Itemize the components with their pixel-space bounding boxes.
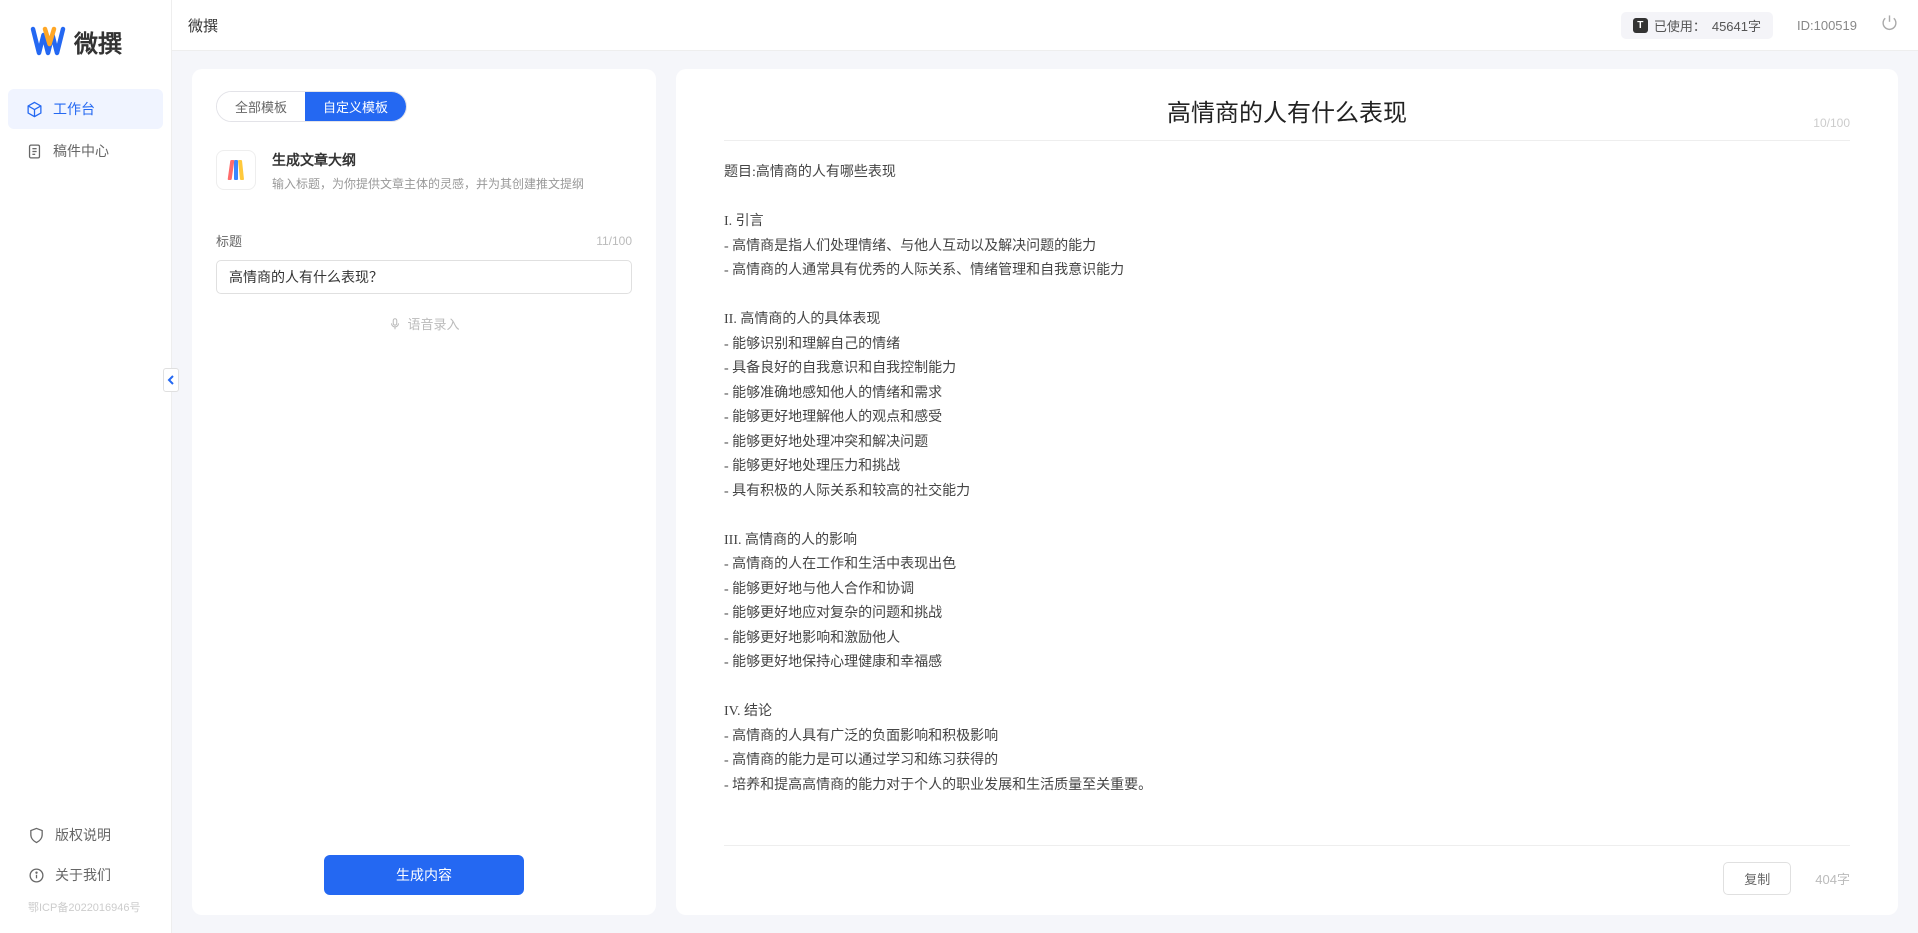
info-icon xyxy=(28,867,45,884)
text-icon: T xyxy=(1633,18,1648,33)
sidebar-item-workbench[interactable]: 工作台 xyxy=(8,89,163,129)
usage-badge[interactable]: T 已使用： 45641字 xyxy=(1621,12,1773,39)
usage-value: 45641字 xyxy=(1712,16,1761,35)
template-title: 生成文章大纲 xyxy=(272,150,632,170)
chevron-left-icon xyxy=(167,374,175,386)
output-title-counter: 10/100 xyxy=(1813,116,1850,130)
template-icon xyxy=(216,150,256,190)
template-panel: 全部模板 自定义模板 生成文章大纲 输入标题，为你提供文章主 xyxy=(192,69,656,915)
logo[interactable]: 微撰 xyxy=(0,0,171,89)
generate-button[interactable]: 生成内容 xyxy=(324,855,524,895)
power-icon xyxy=(1881,14,1898,31)
template-desc: 输入标题，为你提供文章主体的灵感，并为其创建推文提纲 xyxy=(272,175,632,193)
sidebar-item-label: 稿件中心 xyxy=(53,141,109,161)
sidebar-item-label: 版权说明 xyxy=(55,825,111,845)
page-title: 微撰 xyxy=(188,15,218,36)
output-content[interactable]: 题目:高情商的人有哪些表现 I. 引言 - 高情商是指人们处理情绪、与他人互动以… xyxy=(724,161,1850,833)
copy-button[interactable]: 复制 xyxy=(1723,862,1791,895)
sidebar-item-label: 工作台 xyxy=(53,99,95,119)
sidebar-item-about[interactable]: 关于我们 xyxy=(0,855,171,895)
user-id: ID:100519 xyxy=(1797,18,1857,33)
sidebar-item-copyright[interactable]: 版权说明 xyxy=(0,815,171,855)
cube-icon xyxy=(26,101,43,118)
tab-custom-templates[interactable]: 自定义模板 xyxy=(305,92,406,121)
sidebar: 微撰 工作台 稿件中心 版权说明 xyxy=(0,0,172,933)
sidebar-item-label: 关于我们 xyxy=(55,865,111,885)
books-icon xyxy=(229,160,243,180)
template-tab-group: 全部模板 自定义模板 xyxy=(216,91,407,122)
title-field-counter: 11/100 xyxy=(596,234,632,248)
voice-input-button[interactable]: 语音录入 xyxy=(388,314,459,333)
nav-menu: 工作台 稿件中心 xyxy=(0,89,171,815)
sidebar-footer: 版权说明 关于我们 鄂ICP备2022016946号 xyxy=(0,815,171,933)
output-char-count: 404字 xyxy=(1815,869,1850,888)
usage-prefix: 已使用： xyxy=(1654,16,1706,35)
voice-input-label: 语音录入 xyxy=(407,314,459,333)
title-input[interactable] xyxy=(216,260,632,294)
template-card: 生成文章大纲 输入标题，为你提供文章主体的灵感，并为其创建推文提纲 xyxy=(216,150,632,193)
shield-icon xyxy=(28,827,45,844)
tab-all-templates[interactable]: 全部模板 xyxy=(217,92,305,121)
topbar: 微撰 T 已使用： 45641字 ID:100519 xyxy=(172,0,1918,51)
logout-button[interactable] xyxy=(1881,14,1898,36)
title-field-label: 标题 xyxy=(216,231,242,250)
output-title: 高情商的人有什么表现 xyxy=(1167,93,1407,128)
logo-icon xyxy=(30,26,66,58)
logo-text: 微撰 xyxy=(74,24,122,59)
sidebar-collapse-toggle[interactable] xyxy=(163,368,179,392)
mic-icon xyxy=(388,317,402,331)
output-panel: 高情商的人有什么表现 10/100 题目:高情商的人有哪些表现 I. 引言 - … xyxy=(676,69,1898,915)
document-icon xyxy=(26,143,43,160)
sidebar-item-drafts[interactable]: 稿件中心 xyxy=(8,131,163,171)
icp-text: 鄂ICP备2022016946号 xyxy=(0,895,171,921)
